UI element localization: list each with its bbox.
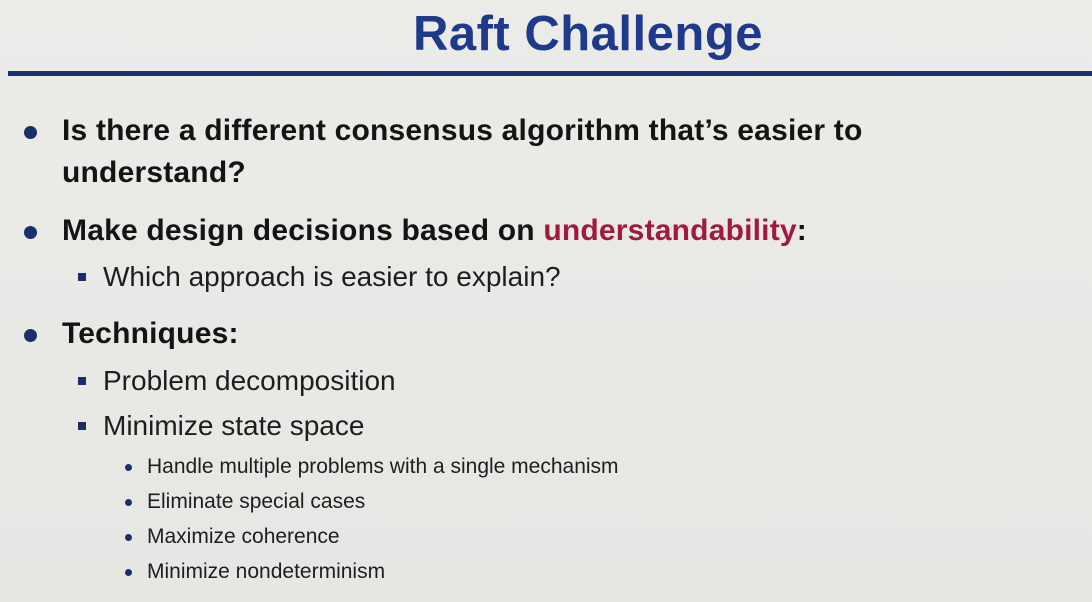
sub-sub-bullet-item: Maximize coherence [147,525,340,548]
design-prefix: Make design decisions based on [62,214,544,247]
sub-bullet-square [78,422,86,430]
sub-sub-bullet-item: Minimize nondeterminism [147,560,386,583]
sub-bullet-problem-decomposition: Problem decomposition [103,365,396,396]
sub-bullet-minimize-state-space: Minimize state space [103,410,365,441]
highlight-understandability: understandability [543,214,797,247]
sub-sub-bullet-dot [125,569,132,576]
bullet-dot [24,329,37,342]
bullet-techniques: Techniques: [62,317,239,350]
sub-sub-bullet-dot [125,534,132,541]
sub-bullet-square [78,377,86,385]
sub-sub-bullet-dot [125,464,132,471]
title-divider [8,71,1092,76]
sub-bullet-square [78,273,86,281]
bullet-question-line1: Is there a different consensus algorithm… [62,114,863,147]
bullet-design-decisions: Make design decisions based on understan… [62,211,807,251]
sub-sub-bullet-dot [125,499,132,506]
bullet-dot [24,226,37,239]
sub-sub-bullet-item: Handle multiple problems with a single m… [147,455,619,478]
sub-bullet-explain: Which approach is easier to explain? [103,261,561,292]
design-suffix: : [796,214,807,247]
bullet-dot [24,126,37,139]
sub-sub-bullet-item: Eliminate special cases [147,490,366,513]
slide-title: Raft Challenge [412,7,764,61]
bullet-question-line2: understand? [62,156,246,189]
slide: Raft Challenge Is there a different cons… [0,0,1092,602]
